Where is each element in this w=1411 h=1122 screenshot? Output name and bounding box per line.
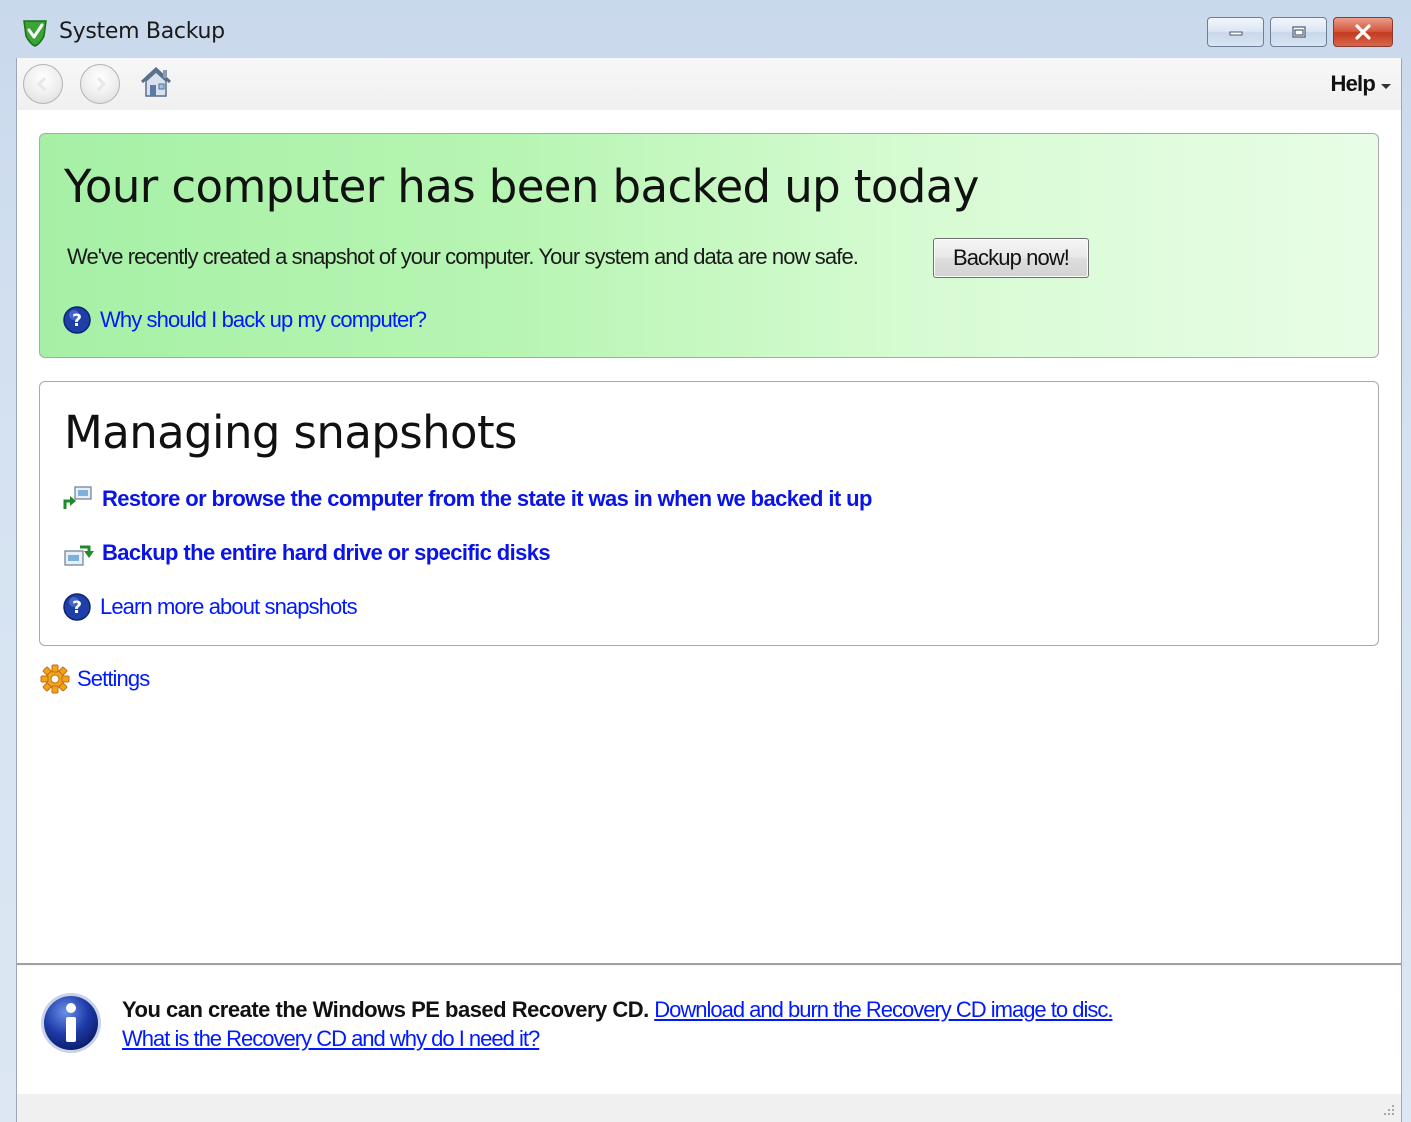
svg-text:?: ? bbox=[72, 311, 82, 331]
home-icon[interactable] bbox=[138, 64, 174, 100]
backup-disks-link[interactable]: Backup the entire hard drive or specific… bbox=[102, 540, 551, 566]
restore-link[interactable]: Restore or browse the computer from the … bbox=[102, 486, 872, 512]
chevron-down-icon bbox=[1381, 83, 1391, 89]
question-icon: ? bbox=[63, 593, 91, 621]
window-controls bbox=[1207, 17, 1393, 47]
back-arrow-icon bbox=[36, 76, 47, 92]
close-button[interactable] bbox=[1333, 17, 1393, 47]
footer-message: You can create the Windows PE based Reco… bbox=[122, 995, 1113, 1053]
help-menu[interactable]: Help bbox=[1331, 71, 1391, 97]
status-title: Your computer has been backed up today bbox=[64, 160, 979, 213]
title-bar[interactable]: System Backup bbox=[0, 0, 1411, 58]
back-button[interactable] bbox=[23, 64, 63, 104]
window-title: System Backup bbox=[59, 19, 225, 44]
close-icon bbox=[1355, 24, 1371, 40]
footer-divider-highlight bbox=[17, 965, 1401, 966]
backup-now-button[interactable]: Backup now! bbox=[933, 238, 1089, 278]
forward-arrow-icon bbox=[96, 76, 107, 92]
why-backup-link-row[interactable]: ? Why should I back up my computer? bbox=[62, 305, 427, 335]
why-backup-link[interactable]: Why should I back up my computer? bbox=[100, 307, 427, 333]
maximize-button[interactable] bbox=[1270, 17, 1327, 47]
restore-icon bbox=[63, 486, 92, 509]
resize-grip-icon[interactable] bbox=[1381, 1102, 1395, 1116]
backup-disk-icon bbox=[64, 545, 94, 566]
status-bar bbox=[16, 1094, 1402, 1122]
gear-icon bbox=[40, 664, 70, 694]
learn-snapshots-link[interactable]: Learn more about snapshots bbox=[100, 594, 358, 620]
svg-text:?: ? bbox=[72, 598, 82, 618]
minimize-button[interactable] bbox=[1207, 17, 1264, 47]
status-description: We've recently created a snapshot of you… bbox=[67, 244, 859, 269]
settings-row[interactable]: Settings bbox=[39, 663, 150, 695]
maximize-icon bbox=[1291, 26, 1306, 38]
what-is-recovery-link[interactable]: What is the Recovery CD and why do I nee… bbox=[122, 1026, 540, 1051]
green-shield-check-icon bbox=[23, 20, 47, 47]
backup-status-panel: Your computer has been backed up today W… bbox=[39, 133, 1379, 358]
help-menu-label: Help bbox=[1330, 71, 1376, 96]
info-icon bbox=[41, 993, 101, 1053]
settings-link[interactable]: Settings bbox=[77, 666, 150, 692]
snapshots-title: Managing snapshots bbox=[64, 406, 517, 459]
application-window: System Backup Help Your computer has bee… bbox=[0, 0, 1411, 1122]
client-area: Help Your computer has been backed up to… bbox=[16, 58, 1402, 1094]
forward-button[interactable] bbox=[80, 64, 120, 104]
managing-snapshots-panel: Managing snapshots Restore or browse the… bbox=[39, 381, 1379, 646]
restore-task[interactable]: Restore or browse the computer from the … bbox=[62, 483, 872, 515]
learn-snapshots-row[interactable]: ? Learn more about snapshots bbox=[62, 592, 358, 622]
footer-bold-text: You can create the Windows PE based Reco… bbox=[122, 997, 649, 1022]
download-recovery-link[interactable]: Download and burn the Recovery CD image … bbox=[654, 997, 1113, 1022]
navigation-bar: Help bbox=[17, 58, 1401, 110]
minimize-icon bbox=[1229, 31, 1242, 36]
backup-disks-task[interactable]: Backup the entire hard drive or specific… bbox=[62, 537, 551, 569]
question-icon: ? bbox=[63, 306, 91, 334]
